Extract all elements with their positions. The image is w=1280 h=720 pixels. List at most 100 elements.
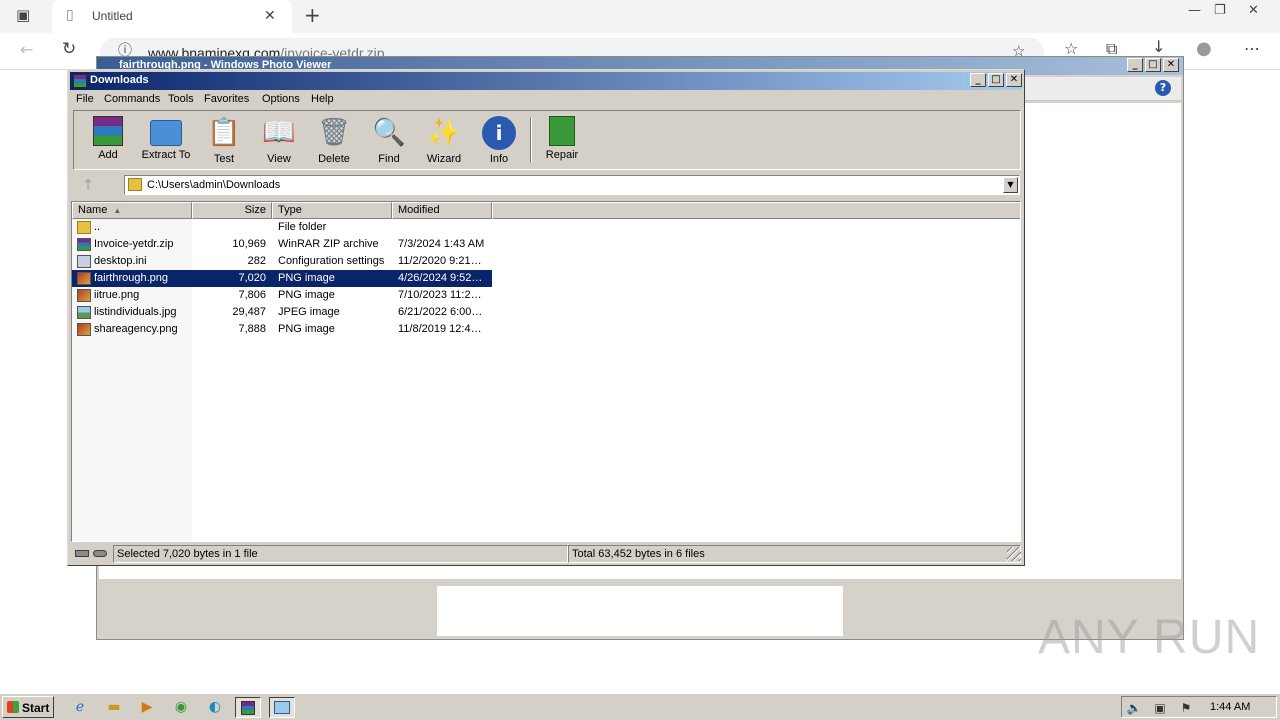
close-button[interactable]: ✕ <box>1006 73 1022 87</box>
up-folder-button[interactable]: 🡑 <box>75 175 101 195</box>
file-type: Configuration settings <box>278 255 385 267</box>
path-combobox[interactable]: C:\Users\admin\Downloads ▼ <box>124 175 1020 195</box>
close-button[interactable]: ✕ <box>1163 58 1179 72</box>
file-type: PNG image <box>278 323 335 335</box>
system-tray: 🔈 ▣ ⚑ 1:44 AM <box>1121 696 1277 718</box>
column-type[interactable]: Type <box>272 202 392 219</box>
file-list[interactable]: Name ▲ Size Type Modified .. File folder … <box>71 201 1021 542</box>
chrome-icon[interactable]: ◉ <box>168 697 194 718</box>
close-tab-icon[interactable]: ✕ <box>264 9 276 23</box>
more-menu-icon[interactable]: ⋯ <box>1244 41 1260 57</box>
file-row[interactable]: desktop.ini 282 Configuration settings 1… <box>72 253 492 270</box>
file-size: 7,806 <box>238 289 266 301</box>
add-archive-icon <box>93 116 123 146</box>
find-button[interactable]: 🔍 Find <box>361 113 417 167</box>
column-size[interactable]: Size <box>192 202 272 219</box>
menu-options[interactable]: Options <box>262 93 300 105</box>
profile-avatar-icon[interactable]: ● <box>1196 40 1212 58</box>
menu-help[interactable]: Help <box>311 93 334 105</box>
back-icon[interactable]: ← <box>20 42 33 58</box>
clock[interactable]: 1:44 AM <box>1210 701 1250 713</box>
tab-actions-icon[interactable]: ▣ <box>16 8 30 23</box>
repair-button[interactable]: Repair <box>534 113 590 167</box>
file-modified: 11/2/2020 9:21… <box>398 255 482 267</box>
action-center-flag-icon[interactable]: ⚑ <box>1178 700 1194 716</box>
maximize-button[interactable]: □ <box>988 73 1004 87</box>
volume-icon[interactable]: 🔈 <box>1126 700 1142 716</box>
explorer-folder-icon[interactable]: ▬ <box>101 697 127 718</box>
extract-to-button[interactable]: Extract To <box>138 113 194 167</box>
view-button[interactable]: 📖 View <box>251 113 307 167</box>
winrar-toolbar: Add Extract To 📋 Test 📖 View 🗑 Delete 🔍 … <box>73 110 1021 170</box>
winrar-titlebar[interactable]: Downloads _ □ ✕ <box>70 72 1022 90</box>
file-row-selected[interactable]: fairthrough.png 7,020 PNG image 4/26/202… <box>72 270 492 287</box>
list-header: Name ▲ Size Type Modified <box>72 202 1020 219</box>
menu-file[interactable]: File <box>76 93 94 105</box>
test-label: Test <box>213 153 235 165</box>
network-icon[interactable]: ▣ <box>1152 700 1168 716</box>
column-modified[interactable]: Modified <box>392 202 492 219</box>
file-modified: 7/10/2023 11:2… <box>398 289 482 301</box>
favorites-icon[interactable]: ☆ <box>1064 41 1078 57</box>
ie-icon[interactable]: ℯ <box>67 697 93 718</box>
reload-icon[interactable]: ↻ <box>62 41 76 58</box>
menu-favorites[interactable]: Favorites <box>204 93 249 105</box>
edge-icon[interactable]: ◐ <box>202 697 228 718</box>
browser-tab[interactable]: ▯ Untitled ✕ <box>52 0 292 33</box>
info-button[interactable]: i Info <box>471 113 527 167</box>
media-player-icon[interactable]: ▶ <box>134 697 160 718</box>
watermark: ANY RUN <box>1038 611 1261 664</box>
help-icon[interactable]: ? <box>1155 80 1171 96</box>
tab-title: Untitled <box>92 9 133 23</box>
winrar-window: Downloads _ □ ✕ File Commands Tools Favo… <box>67 69 1025 566</box>
column-name[interactable]: Name ▲ <box>72 202 192 219</box>
maximize-button[interactable]: □ <box>1145 58 1161 72</box>
start-button[interactable]: Start <box>2 696 54 718</box>
extract-folder-icon <box>150 120 182 146</box>
photo-viewer-task-button[interactable] <box>269 697 295 718</box>
find-label: Find <box>378 153 400 165</box>
file-size: 7,020 <box>238 272 266 284</box>
menu-tools[interactable]: Tools <box>168 93 194 105</box>
password-key-icon[interactable] <box>93 550 107 557</box>
add-label: Add <box>98 149 118 161</box>
wizard-button[interactable]: ✨ Wizard <box>416 113 472 167</box>
png-image-icon <box>77 272 91 285</box>
file-row[interactable]: Invoice-yetdr.zip 10,969 WinRAR ZIP arch… <box>72 236 492 253</box>
new-tab-icon[interactable]: + <box>304 5 321 25</box>
file-type: PNG image <box>278 272 335 284</box>
file-row[interactable]: shareagency.png 7,888 PNG image 11/8/201… <box>72 321 492 338</box>
resize-grip[interactable] <box>1007 547 1021 561</box>
file-row[interactable]: listindividuals.jpg 29,487 JPEG image 6/… <box>72 304 492 321</box>
file-size: 10,969 <box>232 238 266 250</box>
jpeg-image-icon <box>77 306 91 319</box>
browser-tabstrip: ▣ ▯ Untitled ✕ + — ❐ ✕ <box>0 0 1280 33</box>
minimize-button[interactable]: _ <box>970 73 986 87</box>
collections-icon[interactable]: ⧉ <box>1106 41 1117 57</box>
add-button[interactable]: Add <box>80 113 136 167</box>
drive-icon[interactable] <box>75 550 89 557</box>
delete-bin-icon: 🗑 <box>317 117 352 148</box>
status-total: Total 63,452 bytes in 6 files <box>568 545 1021 563</box>
dropdown-arrow-icon[interactable]: ▼ <box>1003 177 1018 193</box>
menu-commands[interactable]: Commands <box>104 93 160 105</box>
test-button[interactable]: 📋 Test <box>196 113 252 167</box>
close-window-icon[interactable]: ✕ <box>1248 4 1259 17</box>
file-size: 29,487 <box>232 306 266 318</box>
file-modified: 4/26/2024 9:52… <box>398 272 483 284</box>
wizard-wand-icon: ✨ <box>427 117 461 148</box>
minimize-button[interactable]: _ <box>1127 58 1143 72</box>
file-row[interactable]: iitrue.png 7,806 PNG image 7/10/2023 11:… <box>72 287 492 304</box>
file-name: fairthrough.png <box>94 272 168 284</box>
file-row[interactable]: .. File folder <box>72 219 492 236</box>
restore-icon[interactable]: ❐ <box>1214 4 1226 17</box>
file-name: desktop.ini <box>94 255 147 267</box>
status-icons <box>71 545 113 563</box>
taskbar: Start ℯ ▬ ▶ ◉ ◐ 🔈 ▣ ⚑ 1:44 AM <box>0 693 1280 720</box>
path-bar: 🡑 C:\Users\admin\Downloads ▼ <box>73 173 1021 199</box>
downloads-icon[interactable]: ↓ <box>1152 39 1165 55</box>
delete-button[interactable]: 🗑 Delete <box>306 113 362 167</box>
winrar-task-button[interactable] <box>235 697 261 718</box>
minimize-icon[interactable]: — <box>1188 4 1201 17</box>
info-label: Info <box>489 153 509 165</box>
